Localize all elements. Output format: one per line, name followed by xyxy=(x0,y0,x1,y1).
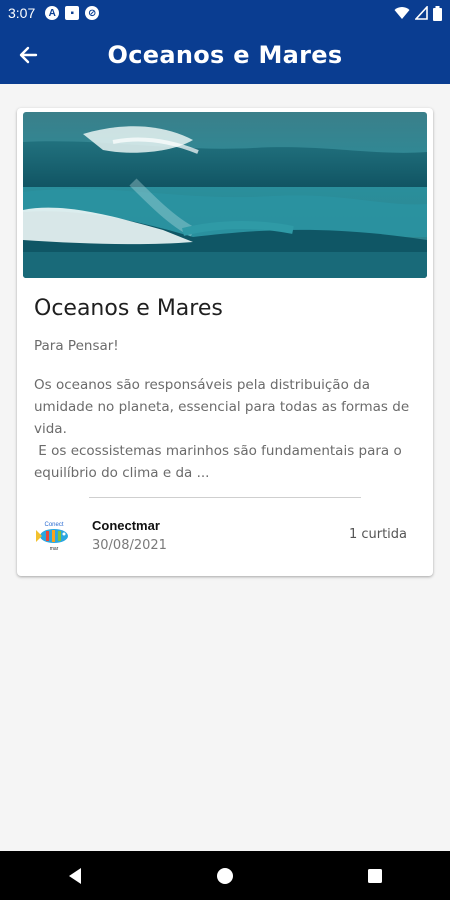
wifi-icon xyxy=(394,7,410,20)
signal-icon xyxy=(415,6,428,20)
arrow-left-icon xyxy=(19,46,38,64)
ocean-waves-image xyxy=(23,112,427,278)
divider xyxy=(89,497,361,498)
post-title: Oceanos e Mares xyxy=(34,296,223,321)
sd-card-icon: ▪ xyxy=(65,6,80,20)
status-left: 3:07 A ▪ ⊘ xyxy=(8,5,100,21)
a-badge-icon: A xyxy=(45,6,60,20)
nav-recents-button[interactable] xyxy=(355,856,395,896)
no-sync-icon: ⊘ xyxy=(85,6,100,20)
svg-text:mar: mar xyxy=(50,546,59,552)
likes-count[interactable]: 1 curtida xyxy=(349,527,407,542)
nav-recents-icon xyxy=(368,868,382,883)
back-button[interactable] xyxy=(14,41,42,69)
excerpt-line: Os oceanos são responsáveis pela distrib… xyxy=(34,377,370,393)
post-card[interactable]: Oceanos e Mares Para Pensar! Os oceanos … xyxy=(17,108,433,576)
post-subtitle: Para Pensar! xyxy=(34,338,119,354)
excerpt-line: E os ecossistemas marinhos são fundament… xyxy=(34,443,402,459)
battery-icon xyxy=(433,5,442,21)
nav-home-icon xyxy=(217,867,233,884)
status-time: 3:07 xyxy=(8,5,36,21)
status-bar: 3:07 A ▪ ⊘ xyxy=(0,0,450,26)
app-bar: Oceanos e Mares xyxy=(0,26,450,84)
svg-text:Conect: Conect xyxy=(44,522,63,528)
post-date: 30/08/2021 xyxy=(92,538,167,553)
nav-home-button[interactable] xyxy=(205,856,245,896)
nav-back-button[interactable] xyxy=(55,856,95,896)
excerpt-line: umidade no planeta, essencial para todas… xyxy=(34,399,410,415)
author-name: Conectmar xyxy=(92,518,160,533)
status-right xyxy=(394,5,442,21)
author-logo: Conect mar xyxy=(36,522,68,552)
post-excerpt: Os oceanos são responsáveis pela distrib… xyxy=(34,374,414,484)
excerpt-line: vida. xyxy=(34,421,67,437)
system-nav-bar xyxy=(0,851,450,900)
page-title: Oceanos e Mares xyxy=(107,41,343,69)
nav-back-icon xyxy=(69,867,81,884)
excerpt-line: equilíbrio do clima e da ... xyxy=(34,465,210,481)
